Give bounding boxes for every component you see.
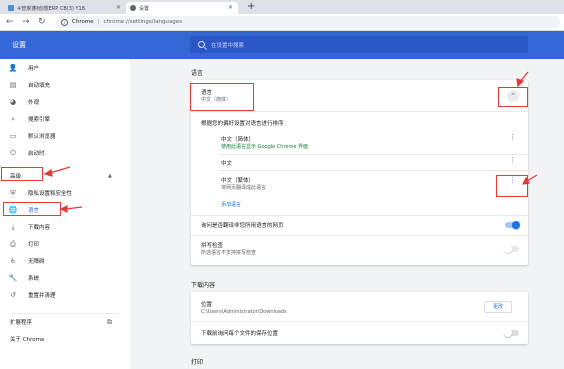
annotation-arrowhead	[521, 176, 530, 185]
annotation-arrowhead	[59, 205, 68, 213]
annotation-arrow	[526, 174, 538, 182]
annotation-arrowhead	[43, 168, 53, 177]
annotation-arrow	[65, 206, 83, 210]
annotation-arrows	[43, 71, 538, 213]
annotation-arrow	[49, 166, 71, 174]
